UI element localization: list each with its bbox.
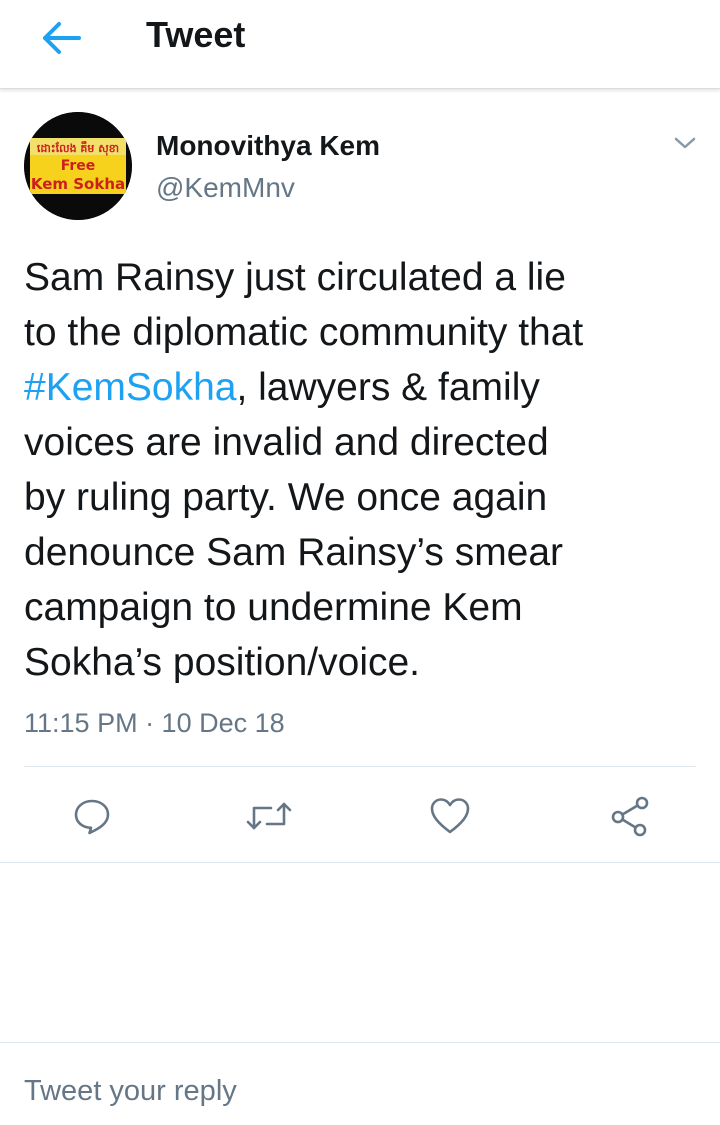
tweet-line: to the diplomatic community that xyxy=(24,311,584,354)
tweet-line: Sokha’s position/voice. xyxy=(24,641,421,684)
tweet-line: Sam Rainsy just circulated a lie xyxy=(24,256,566,299)
arrow-left-icon xyxy=(43,22,81,54)
tweet-text: Sam Rainsy just circulated a lie to the … xyxy=(24,250,696,690)
tweet-timestamp: 11:15 PM · 10 Dec 18 xyxy=(24,708,285,738)
reply-input[interactable]: Tweet your reply xyxy=(24,1073,237,1109)
top-app-bar: Tweet xyxy=(0,0,720,89)
like-icon xyxy=(430,798,470,834)
author-display-name[interactable]: Monovithya Kem xyxy=(156,128,380,164)
tweet-line: campaign to undermine Kem xyxy=(24,586,523,629)
tweet-line: by ruling party. We once again xyxy=(24,476,548,519)
back-button[interactable] xyxy=(34,16,88,60)
reply-icon xyxy=(74,799,110,835)
avatar-text-khmer: ដោះលែង គឹម សុខា xyxy=(37,141,119,156)
divider xyxy=(0,862,720,863)
avatar[interactable]: ដោះលែង គឹម សុខា Free Kem Sokha xyxy=(24,112,132,220)
avatar-image: ដោះលែង គឹម សុខា Free Kem Sokha xyxy=(24,112,132,220)
reply-button[interactable] xyxy=(68,792,116,840)
like-button[interactable] xyxy=(426,792,474,840)
chevron-down-icon xyxy=(674,137,696,149)
reply-bar: Tweet your reply xyxy=(0,1042,720,1125)
tweet-line: voices are invalid and directed xyxy=(24,421,549,464)
tweet-line: denounce Sam Rainsy’s smear xyxy=(24,531,564,574)
more-options-button[interactable] xyxy=(668,128,702,158)
avatar-text-free: Free xyxy=(61,158,96,174)
retweet-button[interactable] xyxy=(245,792,293,840)
author-handle[interactable]: @KemMnv xyxy=(156,170,295,206)
tweet-line-rest: , lawyers & family xyxy=(236,366,540,409)
share-button[interactable] xyxy=(606,792,654,840)
share-icon xyxy=(611,796,649,837)
retweet-icon xyxy=(246,802,292,830)
divider xyxy=(24,766,696,767)
page-title: Tweet xyxy=(146,14,246,55)
tweet-line: #KemSokha, lawyers & family xyxy=(24,360,696,415)
hashtag-link[interactable]: #KemSokha xyxy=(24,366,236,409)
avatar-text-name: Kem Sokha xyxy=(31,175,125,193)
